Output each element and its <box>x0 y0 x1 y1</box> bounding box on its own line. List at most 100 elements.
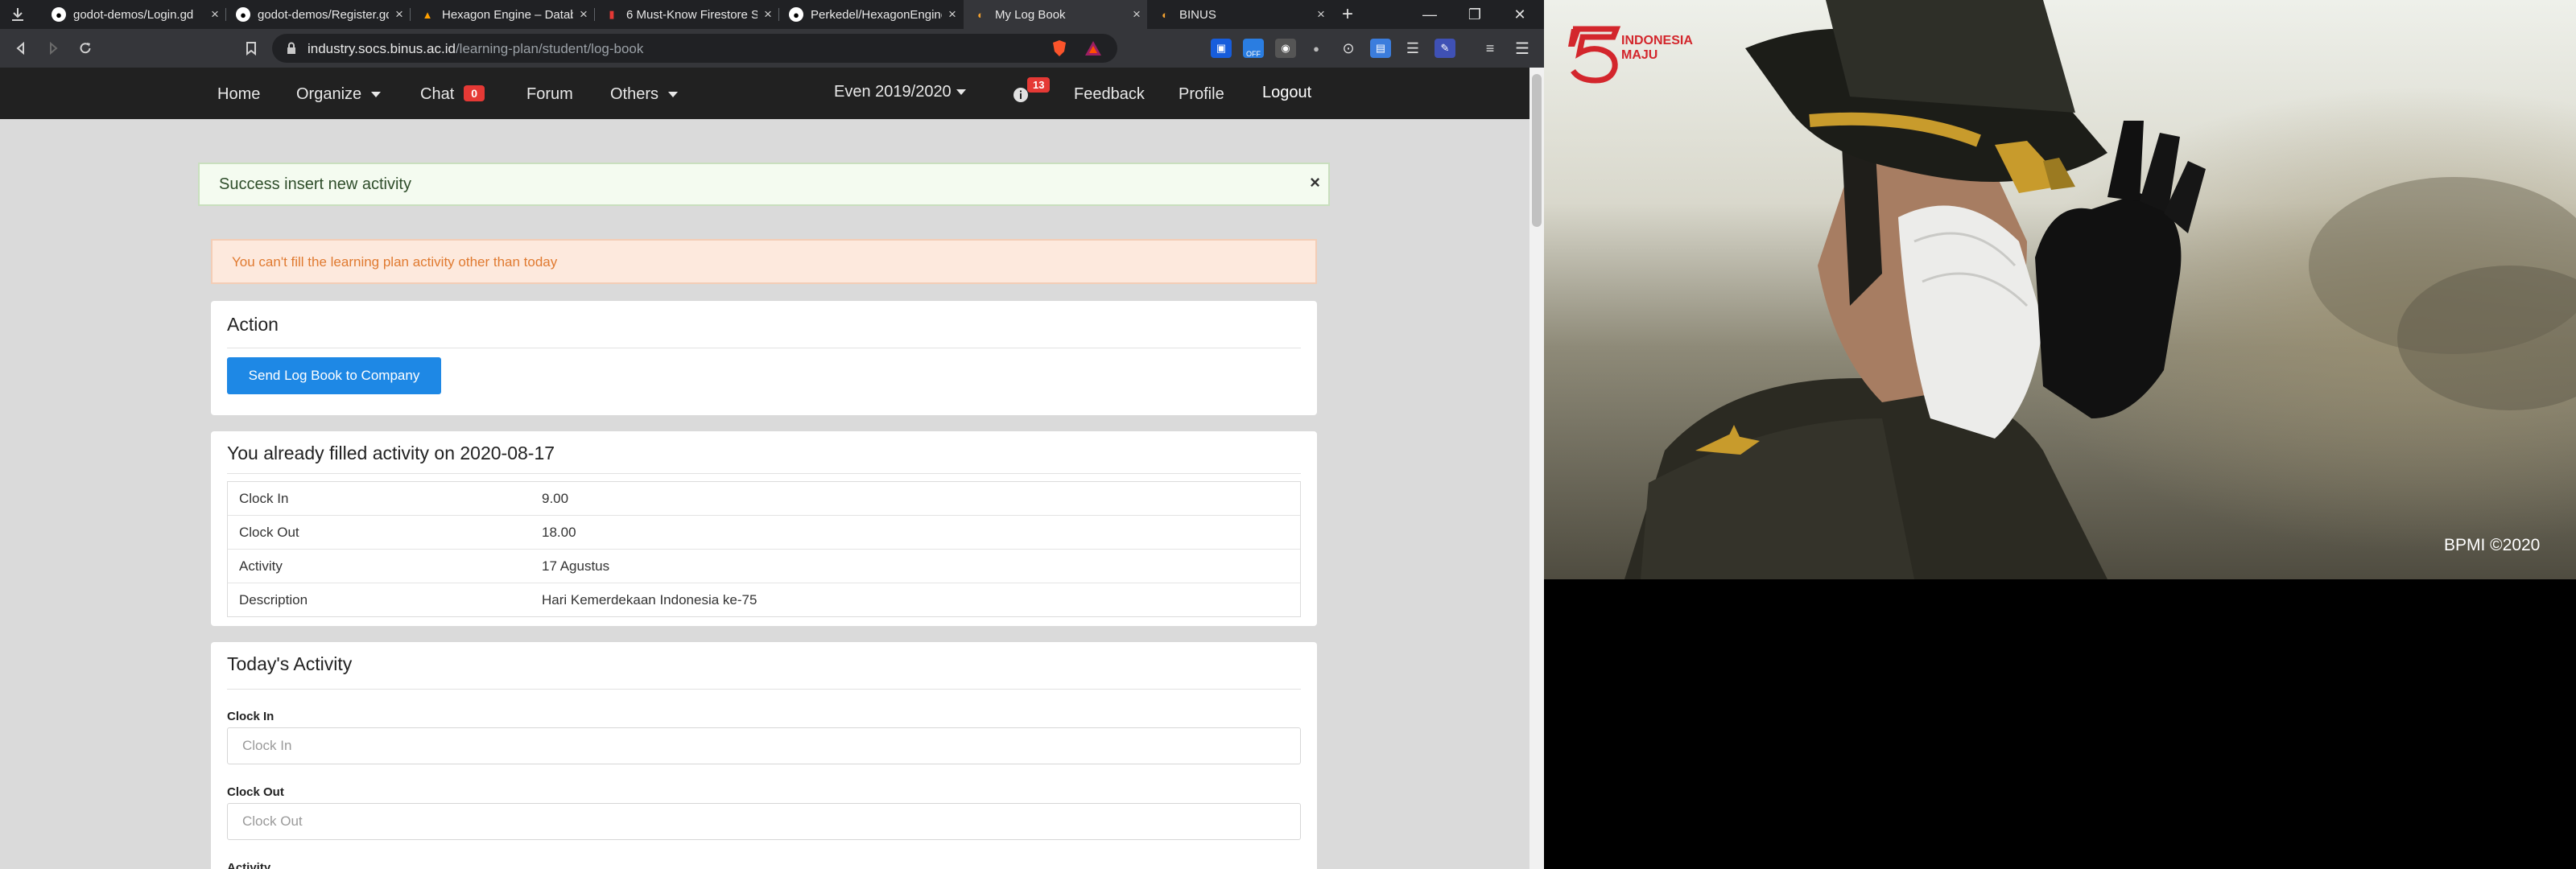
menu-icon[interactable]: ☰ <box>1512 39 1533 58</box>
tab-firestore[interactable]: ▮ 6 Must-Know Firestore S × <box>595 0 778 29</box>
nav-chat-label: Chat <box>420 85 455 103</box>
video-frame <box>1544 0 2576 579</box>
chat-count-badge: 0 <box>464 85 485 101</box>
video-credit: BPMI ©2020 <box>2444 536 2541 554</box>
brave-rewards-icon[interactable] <box>1084 39 1103 58</box>
browser-window: ● godot-demos/Login.gd × ● godot-demos/R… <box>0 0 1544 869</box>
reload-icon[interactable] <box>76 39 95 58</box>
warning-alert: You can't fill the learning plan activit… <box>211 239 1317 284</box>
logo-line-1: INDONESIA <box>1621 34 1693 47</box>
close-tab-icon[interactable]: × <box>1126 6 1147 23</box>
brave-shields-icon[interactable] <box>1050 39 1069 58</box>
forward-icon[interactable] <box>43 39 63 58</box>
tab-hexagon-engine-db[interactable]: ▲ Hexagon Engine – Datab × <box>411 0 594 29</box>
notification-count-badge: 13 <box>1027 77 1051 93</box>
nav-forum-link[interactable]: Forum <box>526 85 573 104</box>
chevron-down-icon <box>668 92 679 98</box>
tab-title: 6 Must-Know Firestore S <box>626 7 758 22</box>
site-navbar: Home Organize Chat 0 Forum Others Even 20… <box>0 68 1530 119</box>
send-log-book-button[interactable]: Send Log Book to Company <box>227 357 441 394</box>
chevron-down-icon <box>371 92 382 98</box>
logo-line-2: MAJU <box>1621 48 1658 62</box>
filled-activity-title: You already filled activity on 2020-08-1… <box>227 443 555 463</box>
bookmark-icon[interactable] <box>242 39 261 58</box>
nav-others-label: Others <box>610 85 659 103</box>
table-row: Clock In 9.00 <box>228 482 1300 516</box>
notes-extension-icon[interactable]: ☰ <box>1402 39 1423 58</box>
success-message: Success insert new activity <box>219 175 411 193</box>
close-tab-icon[interactable]: × <box>758 6 778 23</box>
tab-title: BINUS <box>1179 7 1216 22</box>
close-tab-icon[interactable]: × <box>942 6 963 23</box>
nav-chat-link[interactable]: Chat 0 <box>420 85 485 104</box>
video-player: INDONESIA MAJU BPMI ©2020 <box>1544 0 2576 869</box>
clock-out-input[interactable] <box>227 803 1301 840</box>
github-icon: ● <box>236 7 250 22</box>
divider <box>227 689 1301 690</box>
web-page: Home Organize Chat 0 Forum Others Even 20… <box>0 68 1530 869</box>
close-window-button[interactable]: ✕ <box>1497 0 1542 29</box>
tab-title: Perkedel/HexagonEngine <box>811 7 942 22</box>
nav-profile-link[interactable]: Profile <box>1179 85 1224 104</box>
row-value: 18.00 <box>542 525 576 540</box>
warning-message: You can't fill the learning plan activit… <box>232 254 558 270</box>
tab-title: Hexagon Engine – Datab <box>442 7 573 22</box>
binus-icon: ◐ <box>977 8 984 21</box>
nav-home-link[interactable]: Home <box>217 85 260 104</box>
action-card-title: Action <box>227 314 279 335</box>
divider <box>227 473 1301 474</box>
close-tab-icon[interactable]: × <box>204 6 225 23</box>
clock-out-label: Clock Out <box>227 785 284 799</box>
close-alert-button[interactable]: × <box>1310 172 1320 193</box>
back-icon[interactable] <box>11 39 31 58</box>
tab-my-log-book[interactable]: ◐ My Log Book × <box>964 0 1147 29</box>
close-tab-icon[interactable]: × <box>573 6 594 23</box>
screenshot-extension-icon[interactable]: ✎ <box>1435 39 1455 58</box>
table-row: Clock Out 18.00 <box>228 516 1300 550</box>
todays-activity-card: Today's Activity Clock In Clock Out Acti… <box>211 642 1317 869</box>
tab-hexagon-engine-repo[interactable]: ● Perkedel/HexagonEngine × <box>779 0 963 29</box>
tampermonkey-extension-icon[interactable]: ◉ <box>1275 39 1296 58</box>
nav-others-dropdown[interactable]: Others <box>610 85 679 104</box>
page-scrollbar[interactable] <box>1530 68 1544 869</box>
term-label: Even 2019/2020 <box>834 83 952 101</box>
browser-toolbar: industry.socs.binus.ac.id/learning-plan/… <box>0 29 1544 68</box>
nav-organize-dropdown[interactable]: Organize <box>296 85 382 104</box>
term-dropdown[interactable]: Even 2019/2020 <box>834 83 966 101</box>
action-card: Action Send Log Book to Company <box>211 301 1317 415</box>
nav-feedback-link[interactable]: Feedback <box>1074 85 1145 104</box>
minimize-button[interactable]: — <box>1407 0 1452 29</box>
new-tab-button[interactable]: + <box>1325 0 1370 29</box>
clock-in-label: Clock In <box>227 710 275 723</box>
nav-organize-label: Organize <box>296 85 362 103</box>
scrollbar-thumb[interactable] <box>1532 74 1542 227</box>
lock-icon <box>282 39 301 58</box>
tab-login-gd[interactable]: ● godot-demos/Login.gd × <box>42 0 225 29</box>
tab-title: My Log Book <box>995 7 1066 22</box>
tab-register-gd[interactable]: ● godot-demos/Register.gd × <box>226 0 410 29</box>
firestore-icon: ▮ <box>609 8 615 20</box>
reading-list-icon[interactable]: ≡ <box>1480 39 1501 58</box>
translate-extension-icon[interactable]: ▤ <box>1370 39 1391 58</box>
ghostery-extension-icon[interactable]: ● <box>1306 39 1327 58</box>
nav-logout-link[interactable]: Logout <box>1262 84 1311 102</box>
address-bar[interactable]: industry.socs.binus.ac.id/learning-plan/… <box>272 34 1117 63</box>
bitwarden-extension-icon[interactable]: ▣ <box>1211 39 1232 58</box>
indonesia-maju-75-logo: INDONESIA MAJU <box>1567 23 1693 88</box>
info-icon[interactable] <box>1013 87 1029 108</box>
restore-button[interactable]: ❐ <box>1452 0 1497 29</box>
download-icon[interactable] <box>8 5 27 24</box>
vpn-off-extension-icon[interactable]: OFF <box>1243 39 1264 58</box>
firebase-icon: ▲ <box>422 8 433 21</box>
url-text: industry.socs.binus.ac.id/learning-plan/… <box>308 41 644 56</box>
activity-label: Activity <box>227 861 271 869</box>
github-icon: ● <box>52 7 66 22</box>
binus-icon: ◐ <box>1162 8 1168 21</box>
clock-in-input[interactable] <box>227 727 1301 764</box>
tab-binus[interactable]: ◐ BINUS × <box>1148 0 1331 29</box>
table-row: Activity 17 Agustus <box>228 550 1300 583</box>
filled-activity-card: You already filled activity on 2020-08-1… <box>211 431 1317 626</box>
close-tab-icon[interactable]: × <box>389 6 410 23</box>
clock-extension-icon[interactable]: ⊙ <box>1338 39 1359 58</box>
row-value: 17 Agustus <box>542 558 610 574</box>
